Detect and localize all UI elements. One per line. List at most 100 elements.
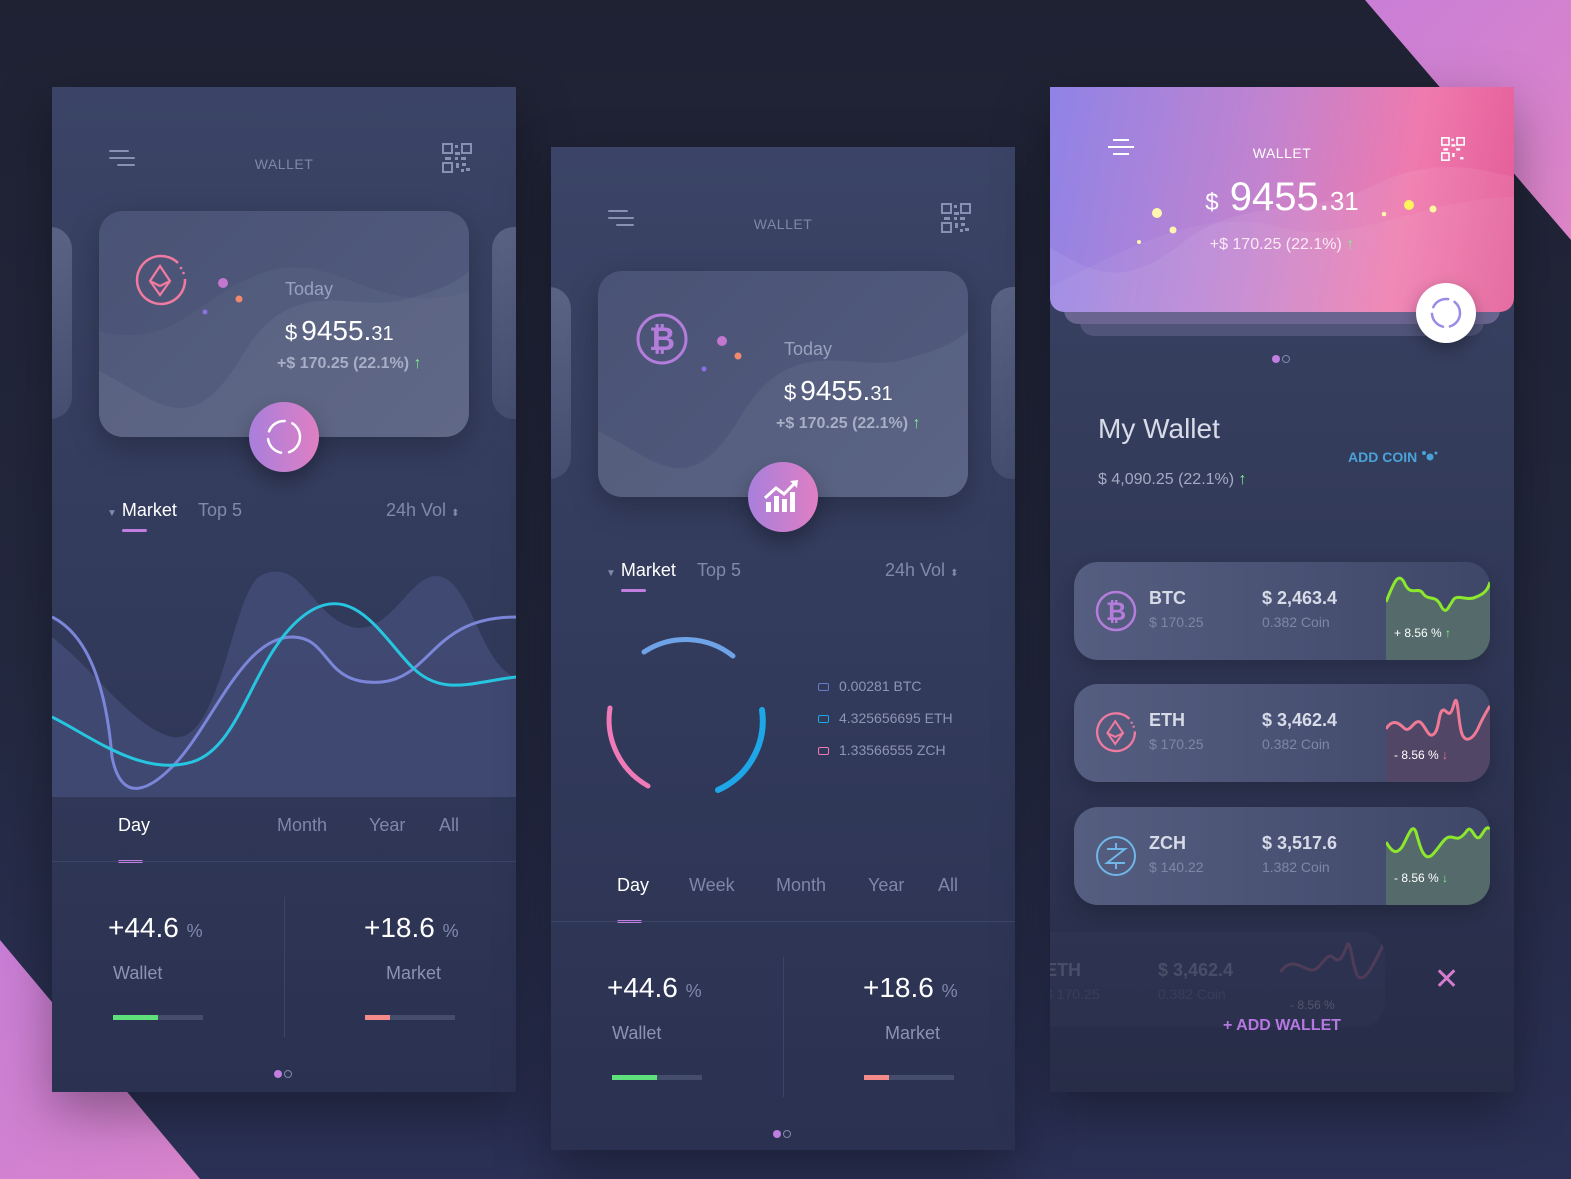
sparkle-dots-decor [1137,200,1437,244]
svg-text:₿: ₿ [649,320,675,358]
qr-code-icon[interactable] [1440,137,1466,161]
bitcoin-icon: ₿ [1095,590,1137,632]
donut-arc-zch [606,705,651,789]
tab-top5[interactable]: Top 5 [697,560,741,581]
balance-change: +$ 170.25 (22.1%) ↑ [776,415,921,432]
time-tab-year[interactable]: Year [868,875,904,896]
divider [284,897,285,1037]
next-card[interactable] [991,287,1015,479]
arrow-up-icon: ↑ [413,355,422,372]
coin-card-btc[interactable]: ₿ BTC $ 170.25 $ 2,463.4 0.382 Coin + 8.… [1074,562,1490,660]
progress-fill [113,1015,158,1020]
coin-symbol: BTC [1149,588,1186,608]
coin-sparkline [1386,576,1490,660]
balance-amount: $9455.31 [285,315,394,346]
balance-change: +$ 170.25 (22.1%) ↑ [277,355,422,372]
wallet-stat-label: Wallet [113,963,163,983]
dots-decor [202,278,243,315]
refresh-button[interactable] [249,402,319,472]
balance-amount: $9455.31 [784,375,893,406]
coin-symbol: ETH [1149,710,1185,730]
stats-button[interactable] [748,462,818,532]
sort-24h-vol[interactable]: 24h Vol ⬍ [885,560,958,581]
time-tab-year[interactable]: Year [369,815,405,836]
tab-market[interactable]: ▼ Market [606,560,676,581]
previous-card[interactable] [551,287,571,479]
card-period-label: Today [285,279,334,299]
wallet-screen-market-chart: WALLET Today $9455.31 +$ 170.25 (22.1%) … [52,87,516,1092]
wallet-stat-label: Wallet [612,1023,662,1043]
wallet-stat-value: +44.6 % [607,972,702,1003]
qr-code-icon[interactable] [941,203,971,233]
add-coin-button[interactable]: ADD COIN [1348,449,1439,465]
balance-header-card[interactable]: WALLET $ 9455.31 +$ 170.25 (22.1%) ↑ [1050,87,1514,312]
time-tab-month[interactable]: Month [277,815,327,836]
coin-price: $ 3,517.6 [1262,833,1338,853]
coin-usd: $ 170.25 [1149,614,1204,630]
coin-usd: $ 170.25 [1149,736,1204,752]
active-tab-indicator [122,529,147,532]
coin-change: - 8.56 % ↓ [1394,748,1449,762]
time-tab-day[interactable]: Day [118,815,150,836]
wallet-progress-bar [612,1075,702,1080]
market-line-chart [52,571,516,797]
wallet-screen-holdings: WALLET ₿ Today $9455.31 +$ 170.25 (22.1%… [551,147,1015,1150]
wallet-progress-bar [113,1015,203,1020]
holdings-donut-chart [606,637,766,793]
coin-card-zch[interactable]: ZCH $ 140.22 $ 3,517.6 1.382 Coin - 8.56… [1074,807,1490,905]
legend-item-btc: 0.00281 BTC [818,678,922,694]
svg-text:₿: ₿ [1106,597,1126,626]
time-tab-all[interactable]: All [439,815,459,836]
market-progress-bar [864,1075,954,1080]
loading-icon [1430,297,1462,329]
ethereum-icon [135,254,187,306]
market-stat-value: +18.6 % [863,972,958,1003]
tab-market[interactable]: ▼ Market [107,500,177,521]
loading-icon [266,419,302,455]
arrow-up-icon: ↑ [912,415,921,432]
coin-card-eth[interactable]: ETH $ 170.25 $ 3,462.4 0.382 Coin - 8.56… [1074,684,1490,782]
add-wallet-button[interactable]: + ADD WALLET [1050,1017,1514,1035]
arrow-up-icon: ↑ [1238,471,1247,488]
coin-change: + 8.56 % ↑ [1394,626,1452,640]
coin-quantity: 0.382 Coin [1262,614,1330,630]
coin-change: - 8.56 % ↓ [1394,871,1449,885]
donut-arc-eth [715,707,766,793]
page-indicator [273,1065,293,1083]
next-card[interactable] [492,227,516,419]
previous-card[interactable] [52,227,72,419]
donut-arc-btc [641,637,736,659]
time-tab-month[interactable]: Month [776,875,826,896]
coin-usd: $ 140.22 [1149,859,1204,875]
progress-fill [365,1015,391,1020]
arrow-down-icon: ↓ [1442,748,1449,762]
coin-sparkline [1386,699,1490,782]
dots-decor [701,336,742,372]
qr-code-icon[interactable] [442,143,472,173]
wallet-stat-value: +44.6 % [108,912,203,943]
wallet-total: $ 4,090.25 (22.1%) ↑ [1098,471,1247,488]
legend-item-eth: 4.325656695 ETH [818,710,953,726]
refresh-button[interactable] [1416,283,1476,343]
time-tab-all[interactable]: All [938,875,958,896]
close-icon[interactable]: ✕ [1434,965,1459,995]
time-tab-day[interactable]: Day [617,875,649,896]
coin-quantity: 1.382 Coin [1262,859,1330,875]
removed-coin-card-ghost: ETH $ 170.25 $ 3,462.4 0.382 Coin - 8.56… [1050,932,1385,1027]
coin-price: $ 3,462.4 [1262,710,1338,730]
coin-sparkline [1280,941,1385,980]
sort-24h-vol[interactable]: 24h Vol ⬍ [386,500,459,521]
legend-item-zch: 1.33566555 ZCH [818,742,946,758]
page-indicator [772,1125,792,1143]
chart-growth-icon [763,480,798,512]
coin-quantity: 0.382 Coin [1262,736,1330,752]
coin-price: $ 2,463.4 [1262,588,1338,608]
arrow-up-icon: ↑ [1445,626,1452,640]
active-tab-indicator [621,589,646,592]
divider [52,861,516,862]
time-tab-week[interactable]: Week [689,875,735,896]
tab-top5[interactable]: Top 5 [198,500,242,521]
wallet-screen-coins: WALLET $ 9455.31 +$ 170.25 (22.1%) ↑ My … [1050,87,1514,1092]
divider [551,921,1015,922]
bitcoin-icon: ₿ [636,313,688,365]
